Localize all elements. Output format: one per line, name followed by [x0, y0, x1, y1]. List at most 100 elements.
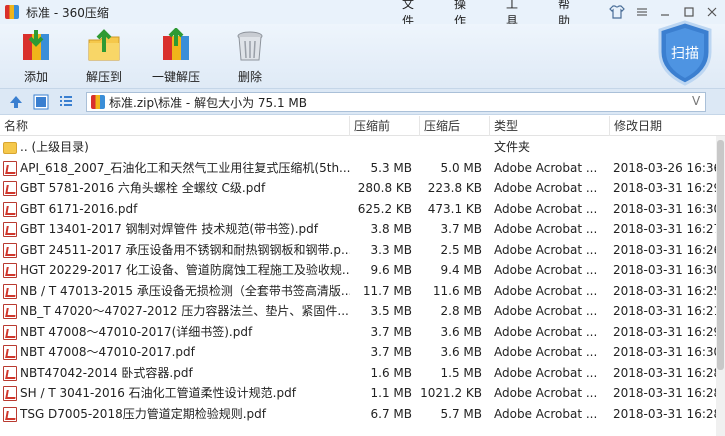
path-input[interactable]: 标准.zip\标准 - 解包大小为 75.1 MB: [86, 92, 706, 112]
file-packed-size: 280.8 KB: [357, 181, 412, 195]
file-type: Adobe Acrobat ...: [494, 345, 598, 359]
table-row[interactable]: GBT 24511-2017 承压设备用不锈钢和耐热钢钢板和钢带.p... 3.3…: [0, 240, 725, 261]
table-row[interactable]: NBT 47008～47010-2017(详细书签).pdf 3.7 MB 3.6 …: [0, 322, 725, 343]
table-row[interactable]: NB_T 47020～47027-2012 压力容器法兰、垫片、紧固件... 3.…: [0, 301, 725, 322]
extract-to-button[interactable]: 解压到: [86, 28, 122, 85]
file-original-size: 3.6 MB: [440, 324, 482, 339]
column-header: 名称 压缩前 压缩后 类型 修改日期: [0, 116, 725, 136]
file-original-size: 1021.2 KB: [420, 386, 482, 400]
file-type: Adobe Acrobat ...: [494, 242, 598, 257]
file-modified: 2018-03-31 16:28: [613, 365, 722, 380]
file-original-size: 11.6 MB: [432, 283, 482, 298]
file-type: Adobe Acrobat ...: [494, 406, 598, 421]
column-packed[interactable]: 压缩前: [350, 116, 420, 136]
extract-to-icon: [86, 28, 122, 64]
file-type: Adobe Acrobat ...: [494, 283, 598, 298]
scrollbar-thumb[interactable]: [717, 140, 724, 370]
pdf-icon: [3, 406, 17, 422]
file-name: NB_T 47020～47027-2012 压力容器法兰、垫片、紧固件...: [20, 304, 349, 318]
scan-button[interactable]: 扫描: [656, 20, 714, 86]
menu-icon[interactable]: [632, 0, 652, 24]
file-modified: 2018-03-31 16:27: [613, 222, 722, 236]
file-packed-size: 3.8 MB: [370, 222, 412, 236]
file-name: NB / T 47013-2015 承压设备无损检测（全套带书签高清版...: [20, 283, 350, 298]
file-original-size: 473.1 KB: [427, 201, 482, 216]
extract-to-label: 解压到: [86, 70, 123, 84]
add-button[interactable]: 添加: [18, 28, 54, 85]
file-modified: 2018-03-31 16:30: [613, 201, 722, 216]
file-name: API_618_2007_石油化工和天然气工业用往复式压缩机(5th...: [20, 160, 350, 175]
file-name: GBT 5781-2016 六角头螺栓 全螺纹 C级.pdf: [20, 181, 266, 195]
file-modified: 2018-03-31 16:26: [613, 242, 722, 257]
file-type: 文件夹: [494, 140, 531, 154]
file-name: .. (上级目录): [20, 140, 89, 154]
skin-icon[interactable]: [606, 0, 628, 24]
column-type[interactable]: 类型: [490, 116, 610, 136]
file-packed-size: 1.6 MB: [370, 365, 412, 380]
pdf-icon: [3, 283, 17, 299]
file-packed-size: 9.6 MB: [370, 263, 412, 277]
pdf-icon: [3, 181, 17, 196]
file-original-size: 9.4 MB: [440, 263, 482, 277]
file-name: SH / T 3041-2016 石油化工管道柔性设计规范.pdf: [20, 386, 296, 400]
add-button-label: 添加: [23, 70, 48, 84]
file-packed-size: 3.5 MB: [370, 304, 412, 318]
file-name: HGT 20229-2017 化工设备、管道防腐蚀工程施工及验收规...: [20, 263, 350, 277]
file-name: GBT 13401-2017 钢制对焊管件 技术规范(带书签).pdf: [20, 222, 318, 236]
pdf-icon: [3, 263, 17, 278]
zip-icon: [91, 95, 105, 109]
file-original-size: 5.7 MB: [440, 406, 482, 421]
file-packed-size: 5.3 MB: [370, 160, 412, 175]
file-modified: 2018-03-31 16:25: [613, 283, 722, 298]
file-modified: 2018-03-31 16:28: [613, 406, 722, 421]
one-click-extract-button[interactable]: 一键解压: [152, 27, 200, 85]
table-row[interactable]: HGT 20229-2017 化工设备、管道防腐蚀工程施工及验收规... 9.6 …: [0, 260, 725, 281]
file-modified: 2018-03-31 16:21: [613, 304, 722, 318]
file-modified: 2018-03-31 16:29: [613, 181, 722, 195]
delete-label: 删除: [237, 70, 262, 84]
folder-icon: [3, 142, 17, 154]
table-row[interactable]: NB / T 47013-2015 承压设备无损检测（全套带书签高清版... 11…: [0, 281, 725, 302]
table-row[interactable]: GBT 5781-2016 六角头螺栓 全螺纹 C级.pdf 280.8 KB 22…: [0, 178, 725, 199]
file-name: NBT 47008～47010-2017.pdf: [20, 345, 195, 359]
table-row[interactable]: GBT 6171-2016.pdf 625.2 KB 473.1 KB Adobe A…: [0, 199, 725, 220]
file-type: Adobe Acrobat ...: [494, 263, 598, 277]
up-arrow-icon[interactable]: [8, 94, 24, 110]
table-row[interactable]: SH / T 3041-2016 石油化工管道柔性设计规范.pdf 1.1 MB 1…: [0, 383, 725, 404]
file-packed-size: 625.2 KB: [357, 201, 412, 216]
file-packed-size: 3.7 MB: [370, 324, 412, 339]
column-original[interactable]: 压缩后: [420, 116, 490, 136]
table-row[interactable]: NBT47042-2014 卧式容器.pdf 1.6 MB 1.5 MB Adobe …: [0, 363, 725, 384]
vertical-scrollbar[interactable]: [716, 136, 725, 436]
pdf-icon: [3, 386, 17, 401]
file-name: NBT47042-2014 卧式容器.pdf: [20, 365, 193, 380]
table-row[interactable]: TSG D7005-2018压力管道定期检验规则.pdf 6.7 MB 5.7 MB…: [0, 404, 725, 425]
delete-button[interactable]: 删除: [232, 28, 268, 85]
trash-icon: [232, 28, 268, 64]
file-name: NBT 47008～47010-2017(详细书签).pdf: [20, 324, 253, 339]
table-row[interactable]: API_618_2007_石油化工和天然气工业用往复式压缩机(5th... 5.3…: [0, 158, 725, 179]
file-type: Adobe Acrobat ...: [494, 386, 598, 400]
title-bar: 标准 - 360压缩 文件 操作 工具 帮助: [0, 0, 725, 28]
table-row[interactable]: GBT 13401-2017 钢制对焊管件 技术规范(带书签).pdf 3.8 M…: [0, 219, 725, 240]
file-type: Adobe Acrobat ...: [494, 324, 598, 339]
app-logo-icon: [4, 4, 20, 20]
column-modified[interactable]: 修改日期: [610, 116, 716, 136]
file-name: GBT 6171-2016.pdf: [20, 201, 138, 216]
column-name[interactable]: 名称: [0, 116, 350, 136]
file-type: Adobe Acrobat ...: [494, 304, 598, 318]
scan-label: 扫描: [671, 46, 699, 62]
file-modified: 2018-03-26 16:36: [613, 160, 722, 175]
file-original-size: 223.8 KB: [427, 181, 482, 195]
thumbnail-view-icon[interactable]: [33, 94, 49, 110]
file-original-size: 2.5 MB: [440, 242, 482, 257]
file-original-size: 5.0 MB: [440, 160, 482, 175]
path-dropdown-icon[interactable]: V: [692, 94, 700, 108]
table-row[interactable]: NBT 47008～47010-2017.pdf 3.7 MB 3.6 MB Adob…: [0, 342, 725, 363]
list-view-icon[interactable]: [58, 94, 74, 110]
toolbar: 添加 解压到 一键解压 删除: [0, 24, 725, 88]
pdf-icon: [3, 160, 17, 176]
table-row[interactable]: .. (上级目录) 文件夹: [0, 137, 725, 158]
file-original-size: 2.8 MB: [440, 304, 482, 318]
file-original-size: 3.7 MB: [440, 222, 482, 236]
